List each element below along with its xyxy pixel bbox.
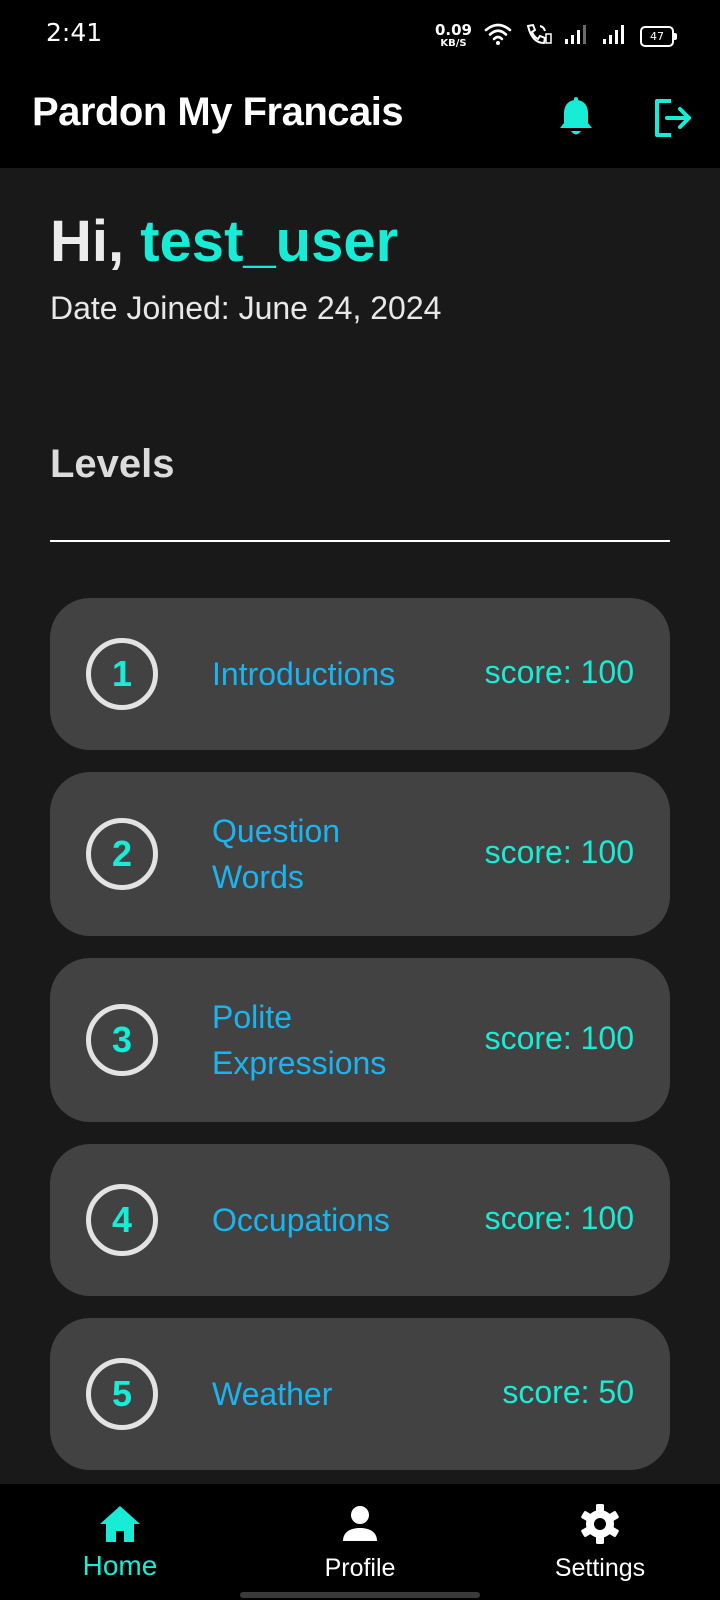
level-card[interactable]: 3 Polite Expressions score: 100	[50, 958, 670, 1122]
level-score: score: 100	[484, 1020, 634, 1056]
greeting: Hi, test_user	[50, 208, 398, 275]
app-bar: Pardon My Francais	[0, 72, 720, 168]
call-icon	[524, 22, 552, 51]
network-speed: 0.09 KB/S	[435, 23, 472, 49]
level-card[interactable]: 2 Question Words score: 100	[50, 772, 670, 936]
level-number: 2	[86, 818, 158, 890]
status-time: 2:41	[46, 18, 103, 47]
nav-home[interactable]: Home	[0, 1484, 240, 1600]
nav-settings-label: Settings	[554, 1554, 646, 1582]
home-icon	[98, 1502, 142, 1546]
level-card[interactable]: 5 Weather score: 50	[50, 1318, 670, 1470]
level-score: score: 100	[484, 654, 634, 690]
nav-settings[interactable]: Settings	[480, 1484, 720, 1600]
nav-home-label: Home	[82, 1550, 158, 1581]
level-name: Weather	[212, 1376, 333, 1412]
app-title: Pardon My Francais	[32, 90, 404, 134]
gear-icon	[578, 1502, 622, 1546]
divider	[50, 540, 670, 542]
signal-icon	[602, 23, 628, 50]
notifications-button[interactable]	[544, 88, 608, 152]
network-speed-value: 0.09	[434, 21, 472, 39]
status-bar: 2:41 0.09 KB/S 47	[0, 0, 720, 72]
level-number: 3	[86, 1004, 158, 1076]
nav-profile[interactable]: Profile	[240, 1484, 480, 1600]
status-icons: 0.09 KB/S 47	[435, 20, 677, 52]
level-score: score: 100	[484, 1200, 634, 1236]
levels-heading: Levels	[50, 442, 175, 486]
level-score: score: 50	[502, 1374, 634, 1410]
bell-icon	[556, 96, 596, 144]
network-speed-unit: KB/S	[440, 38, 467, 49]
level-name: Polite Expressions	[212, 999, 387, 1081]
username: test_user	[140, 209, 399, 274]
bottom-nav: Home Profile Settings	[0, 1484, 720, 1600]
level-name: Occupations	[212, 1202, 390, 1238]
level-number: 5	[86, 1358, 158, 1430]
level-number: 1	[86, 638, 158, 710]
home-indicator[interactable]	[240, 1592, 480, 1598]
person-icon	[338, 1502, 382, 1546]
level-card[interactable]: 4 Occupations score: 100	[50, 1144, 670, 1296]
level-name: Question Words	[212, 813, 341, 895]
level-card[interactable]: 1 Introductions score: 100	[50, 598, 670, 750]
level-number: 4	[86, 1184, 158, 1256]
level-score: score: 100	[484, 834, 634, 870]
level-name: Introductions	[212, 656, 396, 692]
logout-icon	[651, 97, 693, 144]
logout-button[interactable]	[640, 88, 704, 152]
wifi-icon	[484, 22, 512, 51]
nav-profile-label: Profile	[324, 1554, 396, 1582]
signal-icon	[564, 23, 590, 50]
greeting-prefix: Hi,	[50, 209, 141, 274]
date-joined: Date Joined: June 24, 2024	[50, 290, 442, 326]
battery-icon: 47	[640, 25, 677, 47]
